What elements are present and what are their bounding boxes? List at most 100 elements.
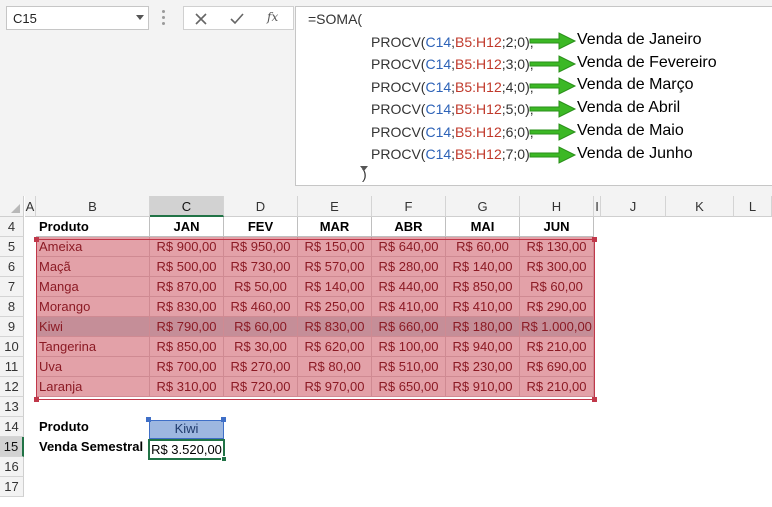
- column-header-j[interactable]: J: [601, 196, 666, 217]
- column-header-h[interactable]: H: [520, 196, 594, 217]
- table-row-value-cell[interactable]: R$ 1.000,00: [520, 317, 594, 337]
- range-handle[interactable]: [221, 417, 226, 422]
- column-header-l[interactable]: L: [734, 196, 772, 217]
- table-row-value-cell[interactable]: R$ 720,00: [224, 377, 298, 397]
- row-header-16[interactable]: 16: [0, 457, 24, 477]
- column-header-g[interactable]: G: [446, 196, 520, 217]
- table-row-product-cell[interactable]: Manga: [36, 277, 150, 297]
- table-row-value-cell[interactable]: R$ 500,00: [150, 257, 224, 277]
- table-row-value-cell[interactable]: R$ 60,00: [520, 277, 594, 297]
- table-row-value-cell[interactable]: R$ 650,00: [372, 377, 446, 397]
- table-row-value-cell[interactable]: R$ 210,00: [520, 377, 594, 397]
- table-row-value-cell[interactable]: R$ 970,00: [298, 377, 372, 397]
- column-header-k[interactable]: K: [666, 196, 734, 217]
- table-row-value-cell[interactable]: R$ 250,00: [298, 297, 372, 317]
- column-header-d[interactable]: D: [224, 196, 298, 217]
- column-header-f[interactable]: F: [372, 196, 446, 217]
- table-row-value-cell[interactable]: R$ 270,00: [224, 357, 298, 377]
- table-row-value-cell[interactable]: R$ 940,00: [446, 337, 520, 357]
- worksheet-grid[interactable]: A B C D E F G H I J K L 4 5 6 7 8 9 10 11 12 13 14 15 16 17 Produt…: [0, 196, 772, 507]
- fill-handle[interactable]: [221, 456, 227, 462]
- table-row-product-cell[interactable]: Ameixa: [36, 237, 150, 257]
- table-row-value-cell[interactable]: R$ 910,00: [446, 377, 520, 397]
- table-row-value-cell[interactable]: R$ 850,00: [446, 277, 520, 297]
- table-row-value-cell[interactable]: R$ 300,00: [520, 257, 594, 277]
- table-row-value-cell[interactable]: R$ 100,00: [372, 337, 446, 357]
- table-row-value-cell[interactable]: R$ 950,00: [224, 237, 298, 257]
- table-row-product-cell[interactable]: Morango: [36, 297, 150, 317]
- row-header-6[interactable]: 6: [0, 257, 24, 277]
- range-handle[interactable]: [146, 417, 151, 422]
- table-row-value-cell[interactable]: R$ 60,00: [224, 317, 298, 337]
- column-header-a[interactable]: A: [25, 196, 36, 217]
- table-row-value-cell[interactable]: R$ 440,00: [372, 277, 446, 297]
- table-header-cell[interactable]: Produto: [36, 217, 150, 237]
- table-row-value-cell[interactable]: R$ 230,00: [446, 357, 520, 377]
- chevron-down-icon[interactable]: [360, 166, 368, 171]
- cell-C14-produto-value[interactable]: Kiwi: [149, 420, 224, 439]
- table-header-cell[interactable]: MAR: [298, 217, 372, 237]
- row-header-11[interactable]: 11: [0, 357, 24, 377]
- table-row-value-cell[interactable]: R$ 690,00: [520, 357, 594, 377]
- table-row-value-cell[interactable]: R$ 730,00: [224, 257, 298, 277]
- row-header-15[interactable]: 15: [0, 437, 24, 457]
- table-row-product-cell[interactable]: Uva: [36, 357, 150, 377]
- row-header-9[interactable]: 9: [0, 317, 24, 337]
- table-header-cell[interactable]: FEV: [224, 217, 298, 237]
- table-row-value-cell[interactable]: R$ 410,00: [372, 297, 446, 317]
- chevron-down-icon[interactable]: [136, 15, 144, 20]
- table-row-value-cell[interactable]: R$ 280,00: [372, 257, 446, 277]
- table-row-value-cell[interactable]: R$ 830,00: [298, 317, 372, 337]
- table-row-value-cell[interactable]: R$ 210,00: [520, 337, 594, 357]
- table-row-value-cell[interactable]: R$ 410,00: [446, 297, 520, 317]
- row-header-12[interactable]: 12: [0, 377, 24, 397]
- table-header-cell[interactable]: MAI: [446, 217, 520, 237]
- table-row-value-cell[interactable]: R$ 80,00: [298, 357, 372, 377]
- row-header-13[interactable]: 13: [0, 397, 24, 417]
- table-row-value-cell[interactable]: R$ 140,00: [446, 257, 520, 277]
- table-row-product-cell[interactable]: Maçã: [36, 257, 150, 277]
- table-row-value-cell[interactable]: R$ 30,00: [224, 337, 298, 357]
- table-row-value-cell[interactable]: R$ 570,00: [298, 257, 372, 277]
- table-row-value-cell[interactable]: R$ 850,00: [150, 337, 224, 357]
- table-row-value-cell[interactable]: R$ 830,00: [150, 297, 224, 317]
- table-row-value-cell[interactable]: R$ 130,00: [520, 237, 594, 257]
- table-row-value-cell[interactable]: R$ 660,00: [372, 317, 446, 337]
- insert-function-button[interactable]: fx: [260, 9, 286, 29]
- cancel-button[interactable]: [188, 9, 214, 29]
- table-row-value-cell[interactable]: R$ 700,00: [150, 357, 224, 377]
- table-row-value-cell[interactable]: R$ 60,00: [446, 237, 520, 257]
- column-header-e[interactable]: E: [298, 196, 372, 217]
- row-header-14[interactable]: 14: [0, 417, 24, 437]
- table-row-product-cell[interactable]: Kiwi: [36, 317, 150, 337]
- table-row-value-cell[interactable]: R$ 150,00: [298, 237, 372, 257]
- row-header-17[interactable]: 17: [0, 477, 24, 497]
- row-header-7[interactable]: 7: [0, 277, 24, 297]
- cell-C15-venda-semestral-value[interactable]: R$ 3.520,00: [148, 439, 225, 460]
- enter-button[interactable]: [224, 9, 250, 29]
- table-row-value-cell[interactable]: R$ 870,00: [150, 277, 224, 297]
- formula-input[interactable]: =SOMA(PROCV(C14;B5:H12;2;0); PROCV(C14;B5…: [295, 6, 772, 186]
- column-header-c[interactable]: C: [150, 196, 224, 217]
- table-row-product-cell[interactable]: Laranja: [36, 377, 150, 397]
- table-row-value-cell[interactable]: R$ 290,00: [520, 297, 594, 317]
- row-header-10[interactable]: 10: [0, 337, 24, 357]
- column-header-b[interactable]: B: [36, 196, 150, 217]
- resize-handle-icon[interactable]: [162, 10, 166, 26]
- table-row-value-cell[interactable]: R$ 900,00: [150, 237, 224, 257]
- row-header-5[interactable]: 5: [0, 237, 24, 257]
- table-row-value-cell[interactable]: R$ 310,00: [150, 377, 224, 397]
- table-row-value-cell[interactable]: R$ 640,00: [372, 237, 446, 257]
- table-row-value-cell[interactable]: R$ 790,00: [150, 317, 224, 337]
- name-box[interactable]: C15: [6, 6, 149, 30]
- row-header-8[interactable]: 8: [0, 297, 24, 317]
- table-header-cell[interactable]: JAN: [150, 217, 224, 237]
- table-header-cell[interactable]: ABR: [372, 217, 446, 237]
- table-row-value-cell[interactable]: R$ 50,00: [224, 277, 298, 297]
- row-header-4[interactable]: 4: [0, 217, 24, 237]
- table-row-product-cell[interactable]: Tangerina: [36, 337, 150, 357]
- table-row-value-cell[interactable]: R$ 620,00: [298, 337, 372, 357]
- table-header-cell[interactable]: JUN: [520, 217, 594, 237]
- table-row-value-cell[interactable]: R$ 510,00: [372, 357, 446, 377]
- table-row-value-cell[interactable]: R$ 140,00: [298, 277, 372, 297]
